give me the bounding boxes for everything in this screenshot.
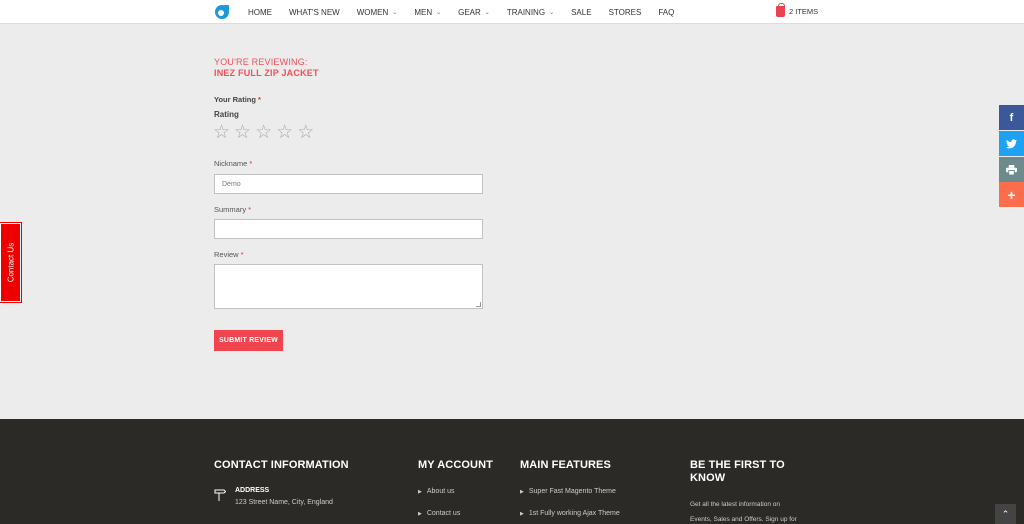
contact-heading: CONTACT INFORMATION	[214, 459, 349, 471]
contact-us-tab[interactable]: Contact Us	[0, 223, 21, 302]
address-title: ADDRESS	[235, 487, 270, 494]
nav-men[interactable]: MEN ⌄	[414, 8, 441, 17]
chevron-down-icon: ⌄	[436, 9, 442, 16]
footer-link-contact-us[interactable]: ▶ Contact us	[418, 510, 460, 517]
nav-faq[interactable]: FAQ	[658, 8, 674, 17]
main-nav: HOME WHAT'S NEW WOMEN ⌄ MEN ⌄ GEAR ⌄ TRAINI…	[248, 0, 691, 24]
footer-link-about-us[interactable]: ▶ About us	[418, 488, 455, 495]
nickname-label: Nickname *	[214, 159, 253, 168]
rating-title: Rating	[214, 110, 239, 119]
newsletter-heading-line2: KNOW	[690, 472, 726, 484]
nav-home[interactable]: HOME	[248, 8, 272, 17]
footer-link-feature-2[interactable]: ▶ 1st Fully working Ajax Theme	[520, 510, 620, 517]
plus-icon: +	[1007, 186, 1016, 203]
caret-right-icon: ▶	[520, 488, 524, 495]
rating-stars: ☆ ☆ ☆ ☆ ☆	[213, 123, 314, 143]
nav-stores[interactable]: STORES	[609, 8, 642, 17]
my-account-heading: MY ACCOUNT	[418, 459, 493, 471]
caret-right-icon: ▶	[418, 510, 422, 517]
star-icon[interactable]: ☆	[255, 123, 272, 143]
newsletter-text-line1: Get all the latest information on	[690, 501, 780, 508]
twitter-icon	[1006, 138, 1017, 148]
chevron-up-icon: ⌃	[1001, 508, 1010, 519]
summary-label: Summary *	[214, 205, 252, 214]
address-text: 123 Street Name, City, England	[235, 499, 333, 506]
chevron-down-icon: ⌄	[549, 9, 555, 16]
cart-count: 2 ITEMS	[789, 7, 819, 16]
facebook-icon: f	[1009, 111, 1014, 124]
twitter-button[interactable]	[999, 131, 1024, 156]
star-icon[interactable]: ☆	[213, 123, 230, 143]
nav-gear[interactable]: GEAR ⌄	[458, 8, 490, 17]
main-features-heading: MAIN FEATURES	[520, 459, 611, 471]
nav-whats-new[interactable]: WHAT'S NEW	[289, 8, 340, 17]
caret-right-icon: ▶	[418, 488, 422, 495]
nav-sale[interactable]: SALE	[571, 8, 591, 17]
nickname-field[interactable]: Demo	[214, 174, 483, 194]
your-rating-label: Your Rating *	[214, 95, 261, 104]
logo-icon[interactable]	[214, 4, 230, 20]
print-icon	[1006, 164, 1017, 175]
print-button[interactable]	[999, 157, 1024, 182]
share-more-button[interactable]: +	[999, 182, 1024, 207]
site-header: HOME WHAT'S NEW WOMEN ⌄ MEN ⌄ GEAR ⌄ TRAINI…	[0, 0, 1024, 24]
star-icon[interactable]: ☆	[276, 123, 293, 143]
shopping-bag-icon	[776, 3, 785, 17]
facebook-button[interactable]: f	[999, 105, 1024, 130]
nav-women[interactable]: WOMEN ⌄	[357, 8, 398, 17]
resize-handle[interactable]	[476, 302, 481, 307]
summary-field[interactable]	[214, 219, 483, 239]
review-textarea[interactable]	[214, 264, 483, 309]
reviewing-label: YOU'RE REVIEWING:	[214, 57, 308, 67]
back-to-top-button[interactable]: ⌃	[995, 504, 1016, 524]
cart-button[interactable]: 2 ITEMS	[776, 3, 819, 17]
submit-review-button[interactable]: SUBMIT REVIEW	[214, 330, 283, 351]
site-footer	[0, 419, 1024, 524]
footer-link-feature-1[interactable]: ▶ Super Fast Magento Theme	[520, 488, 616, 495]
chevron-down-icon: ⌄	[484, 9, 490, 16]
signpost-icon	[214, 489, 226, 501]
nav-training[interactable]: TRAINING ⌄	[507, 8, 554, 17]
newsletter-text-line2: Events, Sales and Offers. Sign up for	[690, 516, 797, 523]
newsletter-heading-line1: BE THE FIRST TO	[690, 459, 785, 471]
product-name: INEZ FULL ZIP JACKET	[214, 68, 319, 78]
star-icon[interactable]: ☆	[234, 123, 251, 143]
chevron-down-icon: ⌄	[392, 9, 398, 16]
caret-right-icon: ▶	[520, 510, 524, 517]
review-label: Review *	[214, 250, 244, 259]
star-icon[interactable]: ☆	[297, 123, 314, 143]
contact-us-label: Contact Us	[6, 242, 16, 283]
